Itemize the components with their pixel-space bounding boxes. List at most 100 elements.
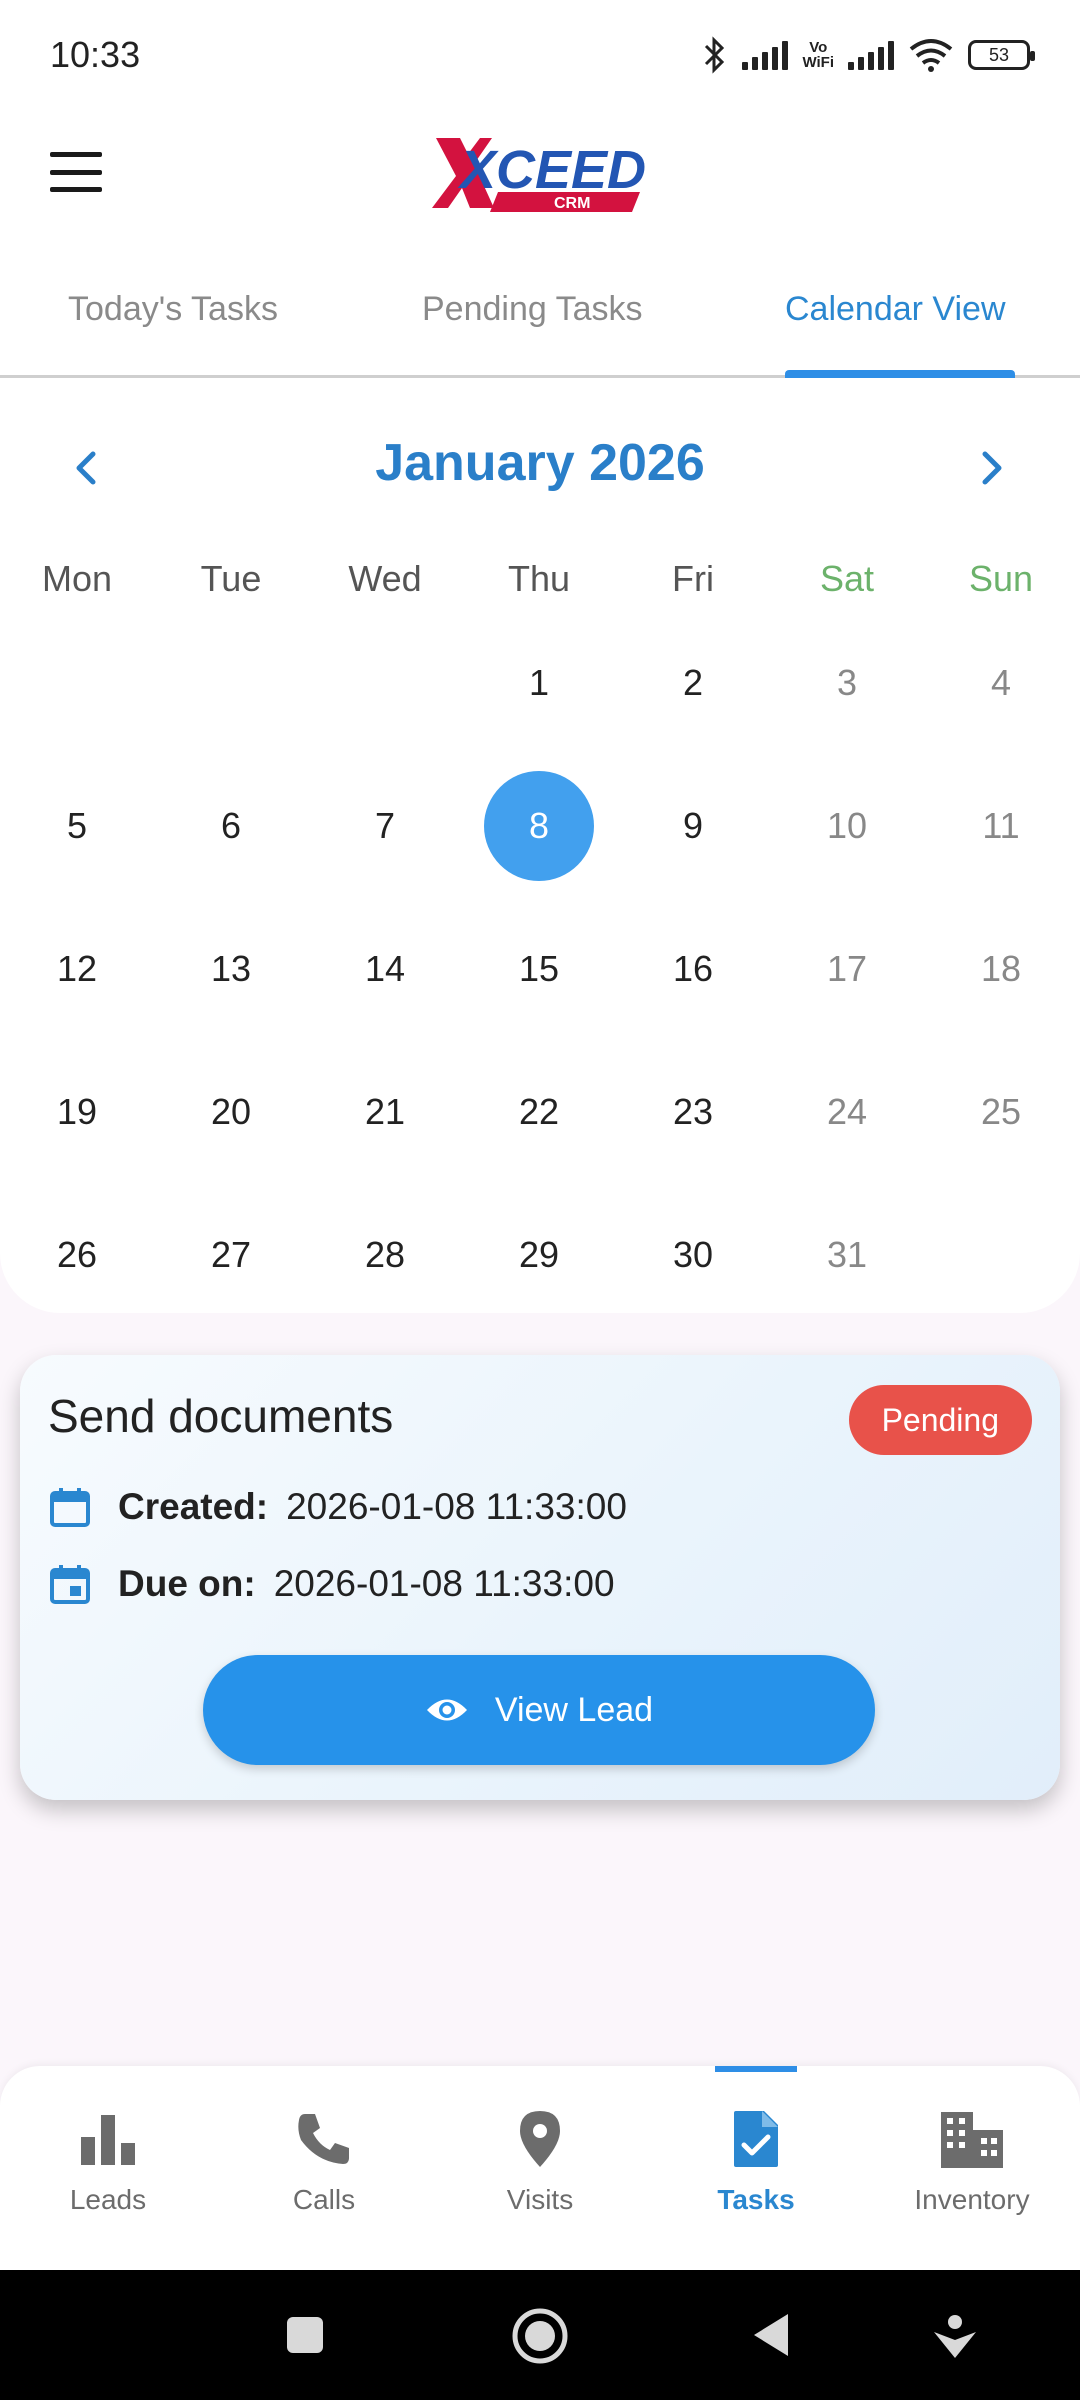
- battery-level: 53: [988, 44, 1010, 65]
- square-icon: [287, 2317, 323, 2353]
- building-icon: [941, 2112, 1003, 2168]
- calendar-day[interactable]: 9: [638, 771, 748, 881]
- system-navigation-bar: [0, 2270, 1080, 2400]
- calendar-day[interactable]: 6: [176, 771, 286, 881]
- calendar-day[interactable]: 28: [330, 1200, 440, 1310]
- xceed-crm-logo: XCEED CRM: [432, 138, 646, 212]
- calendar-day[interactable]: 10: [792, 771, 902, 881]
- signal-icon-2: [848, 40, 894, 70]
- calendar-day[interactable]: 3: [792, 628, 902, 738]
- task-card[interactable]: Send documents Pending Created: 2026-01-…: [20, 1355, 1060, 1800]
- nav-item-calls[interactable]: Calls: [224, 2106, 424, 2256]
- calendar-day[interactable]: 14: [330, 914, 440, 1024]
- calendar-day[interactable]: 1: [484, 628, 594, 738]
- weekday-tue: Tue: [200, 558, 262, 599]
- nav-item-visits[interactable]: Visits: [440, 2106, 640, 2256]
- nav-label-calls: Calls: [292, 2184, 356, 2215]
- weekday-header-row: Mon Tue Wed Thu Fri Sat Sun: [0, 558, 1080, 628]
- created-row: Created: 2026-01-08 11:33:00: [48, 1485, 627, 1529]
- calendar-day[interactable]: 4: [946, 628, 1056, 738]
- calendar-day[interactable]: 16: [638, 914, 748, 1024]
- status-icons: Vo WiFi 53: [702, 36, 1035, 74]
- calendar-day[interactable]: 20: [176, 1057, 286, 1167]
- created-value: 2026-01-08 11:33:00: [286, 1486, 627, 1527]
- home-button[interactable]: [510, 2306, 570, 2366]
- tab-calendar-view[interactable]: Calendar View: [785, 290, 1006, 329]
- weekday-mon: Mon: [41, 558, 113, 599]
- active-nav-indicator: [715, 2066, 797, 2072]
- wifi-icon: [909, 39, 953, 72]
- calendar-day[interactable]: 25: [946, 1057, 1056, 1167]
- tab-todays-tasks[interactable]: Today's Tasks: [68, 290, 278, 329]
- next-month-button[interactable]: [962, 438, 1022, 498]
- hamburger-menu-icon[interactable]: [50, 152, 102, 192]
- recent-apps-button[interactable]: [280, 2310, 330, 2360]
- weekday-sat: Sat: [819, 558, 875, 599]
- nav-label-inventory: Inventory: [914, 2184, 1030, 2215]
- calendar-day[interactable]: 29: [484, 1200, 594, 1310]
- calendar-day[interactable]: 11: [946, 771, 1056, 881]
- vowifi-top: Vo: [809, 39, 828, 56]
- phone-icon: [298, 2114, 349, 2164]
- calendar-day[interactable]: 2: [638, 628, 748, 738]
- month-title: January 2026: [375, 434, 705, 492]
- eye-icon: [426, 1699, 467, 1721]
- status-badge: Pending: [848, 1385, 1032, 1455]
- calendar-day[interactable]: 7: [330, 771, 440, 881]
- app-bar: XCEED CRM: [0, 110, 1080, 260]
- chevron-right-icon: [982, 451, 1002, 485]
- battery-icon: 53: [968, 40, 1035, 70]
- assistant-icon: [934, 2315, 976, 2358]
- created-label: Created:: [118, 1486, 269, 1527]
- calendar: January 2026 Mon Tue Wed Thu Fri Sat Sun 12345…: [0, 378, 1080, 1313]
- assistant-button[interactable]: [930, 2310, 980, 2360]
- calendar-day[interactable]: 15: [484, 914, 594, 1024]
- calendar-icon: [50, 1488, 90, 1527]
- calendar-day[interactable]: 13: [176, 914, 286, 1024]
- bar-chart-icon: [81, 2115, 135, 2165]
- calendar-day[interactable]: 18: [946, 914, 1056, 1024]
- calendar-day[interactable]: 5: [22, 771, 132, 881]
- tab-pending-tasks[interactable]: Pending Tasks: [422, 290, 643, 329]
- calendar-day[interactable]: 24: [792, 1057, 902, 1167]
- calendar-day[interactable]: 31: [792, 1200, 902, 1310]
- calendar-day[interactable]: 12: [22, 914, 132, 1024]
- logo-text: XCEED: [457, 140, 646, 200]
- calendar-day[interactable]: 19: [22, 1057, 132, 1167]
- location-pin-icon: [520, 2111, 560, 2167]
- weekday-fri: Fri: [672, 558, 714, 599]
- bluetooth-icon: [705, 36, 725, 74]
- calendar-day[interactable]: 26: [22, 1200, 132, 1310]
- status-time: 10:33: [50, 34, 141, 75]
- bottom-navigation: Leads Calls Visits Tasks Inventory: [0, 2066, 1080, 2270]
- due-row: Due on: 2026-01-08 11:33:00: [48, 1562, 615, 1606]
- calendar-day[interactable]: 30: [638, 1200, 748, 1310]
- nav-item-tasks[interactable]: Tasks: [656, 2106, 856, 2256]
- nav-item-leads[interactable]: Leads: [8, 2106, 208, 2256]
- calendar-day[interactable]: 27: [176, 1200, 286, 1310]
- task-tabs: Today's Tasks Pending Tasks Calendar Vie…: [0, 260, 1080, 378]
- back-triangle-icon: [754, 2314, 788, 2356]
- event-calendar-icon: [50, 1565, 90, 1604]
- nav-label-leads: Leads: [69, 2184, 147, 2215]
- calendar-day[interactable]: 22: [484, 1057, 594, 1167]
- view-lead-label: View Lead: [494, 1690, 654, 1729]
- nav-label-tasks: Tasks: [717, 2184, 795, 2215]
- task-document-icon: [734, 2111, 778, 2167]
- task-title: Send documents: [48, 1390, 394, 1442]
- calendar-day[interactable]: 17: [792, 914, 902, 1024]
- nav-label-visits: Visits: [506, 2184, 574, 2215]
- due-value: 2026-01-08 11:33:00: [273, 1563, 615, 1604]
- active-tab-indicator: [785, 370, 1015, 378]
- back-button[interactable]: [748, 2310, 798, 2360]
- weekday-sun: Sun: [968, 558, 1034, 599]
- weekday-thu: Thu: [507, 558, 571, 599]
- calendar-day-selected[interactable]: 8: [484, 771, 594, 881]
- due-label: Due on:: [118, 1563, 256, 1604]
- vowifi-bottom: WiFi: [802, 54, 834, 71]
- view-lead-button[interactable]: View Lead: [203, 1655, 875, 1765]
- weekday-wed: Wed: [348, 558, 422, 599]
- nav-item-inventory[interactable]: Inventory: [872, 2106, 1072, 2256]
- calendar-day[interactable]: 21: [330, 1057, 440, 1167]
- calendar-day[interactable]: 23: [638, 1057, 748, 1167]
